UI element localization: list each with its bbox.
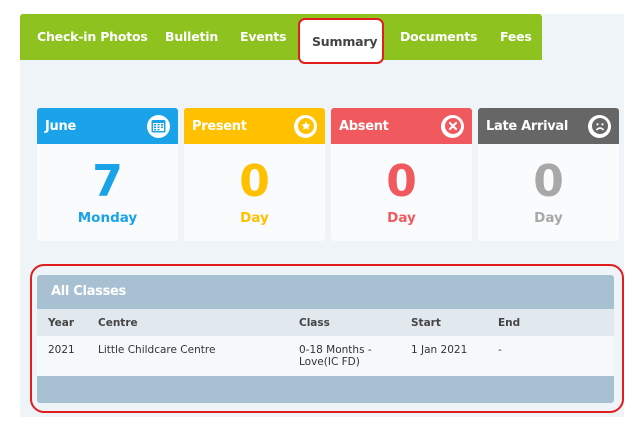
month-card: June 7 Monday	[37, 108, 178, 241]
tab-documents[interactable]: Documents	[400, 14, 477, 60]
late-arrival-card: Late Arrival 0 Day	[478, 108, 619, 241]
calendar-icon	[147, 114, 170, 138]
absent-card: Absent 0 Day	[331, 108, 472, 241]
sad-face-icon	[588, 114, 611, 138]
card-header: Late Arrival	[478, 108, 619, 144]
card-title: June	[45, 118, 76, 134]
card-title: Absent	[339, 118, 389, 134]
card-header: June	[37, 108, 178, 144]
card-subtitle: Day	[534, 210, 563, 226]
card-value: 0	[533, 156, 564, 207]
card-header: Absent	[331, 108, 472, 144]
card-title: Late Arrival	[486, 118, 569, 134]
tab-events[interactable]: Events	[240, 14, 286, 60]
card-subtitle: Monday	[77, 210, 138, 226]
tab-bar-filler	[542, 14, 624, 60]
star-icon	[294, 114, 317, 138]
x-circle-icon	[441, 114, 464, 138]
tab-summary[interactable]: Summary	[298, 18, 384, 64]
card-title: Present	[192, 118, 247, 134]
highlight-box	[30, 264, 624, 413]
tab-bulletin[interactable]: Bulletin	[165, 14, 218, 60]
card-value: 0	[386, 156, 417, 207]
card-value: 7	[92, 156, 123, 207]
card-header: Present	[184, 108, 325, 144]
card-subtitle: Day	[387, 210, 416, 226]
tab-check-in-photos[interactable]: Check-in Photos	[37, 14, 148, 60]
card-subtitle: Day	[240, 210, 269, 226]
present-card: Present 0 Day	[184, 108, 325, 241]
tab-fees[interactable]: Fees	[500, 14, 532, 60]
card-value: 0	[239, 156, 270, 207]
